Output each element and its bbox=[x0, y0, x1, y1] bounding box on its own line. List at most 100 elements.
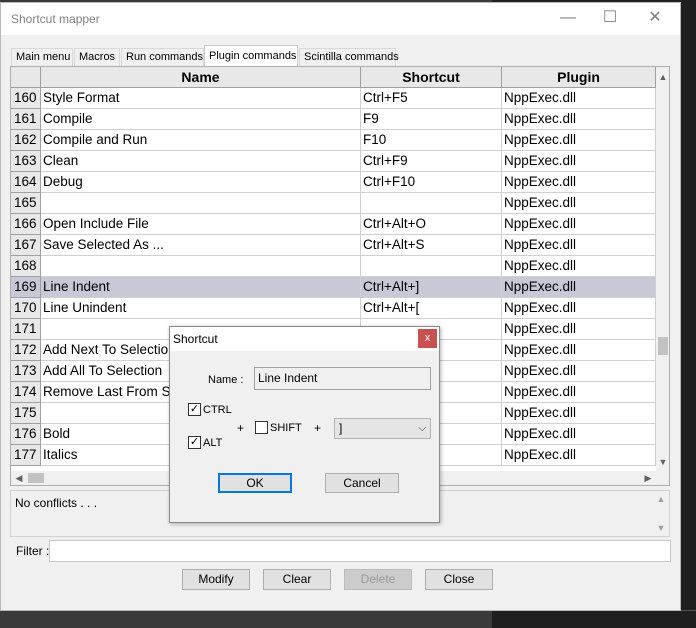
tab-scintilla-commands[interactable]: Scintilla commands bbox=[299, 48, 399, 66]
cell-plugin: NppExec.dll bbox=[502, 109, 656, 130]
cell-shortcut: Ctrl+Alt+] bbox=[361, 277, 502, 298]
table-row[interactable]: 165 NppExec.dll bbox=[11, 193, 656, 214]
row-number: 168 bbox=[11, 256, 41, 277]
chevron-down-icon[interactable]: ▼ bbox=[655, 523, 667, 533]
name-label: Name : bbox=[208, 374, 244, 386]
cell-plugin: NppExec.dll bbox=[502, 298, 656, 319]
cell-shortcut: Ctrl+F5 bbox=[361, 88, 502, 109]
column-header-name[interactable]: Name bbox=[41, 67, 361, 88]
table-row[interactable]: 164 Debug Ctrl+F10 NppExec.dll bbox=[11, 172, 656, 193]
key-select[interactable]: ] ⌵ bbox=[334, 418, 431, 439]
chevron-down-icon[interactable]: ⌵ bbox=[418, 419, 426, 438]
shift-label: SHIFT bbox=[270, 422, 302, 434]
alt-checkbox[interactable]: ✓ bbox=[188, 436, 201, 449]
cancel-button[interactable]: Cancel bbox=[325, 473, 399, 493]
row-number: 176 bbox=[11, 424, 41, 445]
chevron-up-icon[interactable]: ▲ bbox=[656, 70, 669, 84]
chevron-up-icon[interactable]: ▲ bbox=[655, 494, 667, 504]
dialog-title: Shortcut bbox=[173, 332, 218, 346]
cell-shortcut bbox=[361, 256, 502, 277]
ctrl-checkbox[interactable]: ✓ bbox=[188, 403, 201, 416]
close-icon[interactable]: x bbox=[418, 329, 437, 348]
cell-plugin: NppExec.dll bbox=[502, 361, 656, 382]
cell-name: Clean bbox=[41, 151, 361, 172]
shortcut-dialog: Shortcut x Name : Line Indent ✓ CTRL ✓ A… bbox=[169, 326, 440, 523]
chevron-down-icon[interactable]: ▼ bbox=[656, 455, 669, 469]
filter-input[interactable] bbox=[49, 540, 671, 562]
delete-button[interactable]: Delete bbox=[344, 569, 412, 590]
maximize-button[interactable]: ☐ bbox=[587, 3, 633, 33]
row-number: 166 bbox=[11, 214, 41, 235]
cell-plugin: NppExec.dll bbox=[502, 235, 656, 256]
cell-name: Compile bbox=[41, 109, 361, 130]
row-number: 173 bbox=[11, 361, 41, 382]
cell-plugin: NppExec.dll bbox=[502, 340, 656, 361]
cell-name: Line Unindent bbox=[41, 298, 361, 319]
table-row[interactable]: 170 Line Unindent Ctrl+Alt+[NppExec.dll bbox=[11, 298, 656, 319]
table-row[interactable]: 161 Compile F9 NppExec.dll bbox=[11, 109, 656, 130]
key-select-value: ] bbox=[339, 421, 343, 435]
modify-button[interactable]: Modify bbox=[182, 569, 250, 590]
row-number: 169 bbox=[11, 277, 41, 298]
column-header-plugin[interactable]: Plugin bbox=[502, 67, 656, 88]
table-header: Name Shortcut Plugin bbox=[11, 67, 656, 88]
cell-plugin: NppExec.dll bbox=[502, 445, 656, 466]
cell-plugin: NppExec.dll bbox=[502, 88, 656, 109]
tab-macros[interactable]: Macros bbox=[74, 48, 120, 66]
column-header-shortcut[interactable]: Shortcut bbox=[361, 67, 502, 88]
table-row[interactable]: 163 Clean Ctrl+F9 NppExec.dll bbox=[11, 151, 656, 172]
chevron-left-icon[interactable]: ◀ bbox=[12, 471, 26, 485]
row-number: 164 bbox=[11, 172, 41, 193]
clear-button[interactable]: Clear bbox=[263, 569, 331, 590]
table-row[interactable]: 167 Save Selected As ... Ctrl+Alt+S NppExec… bbox=[11, 235, 656, 256]
cell-shortcut: Ctrl+Alt+O bbox=[361, 214, 502, 235]
tab-plugin-commands[interactable]: Plugin commands bbox=[204, 45, 298, 66]
close-button[interactable]: ✕ bbox=[632, 3, 678, 33]
close-dialog-button[interactable]: Close bbox=[425, 569, 493, 590]
vertical-scrollbar[interactable]: ▲ ▼ bbox=[656, 67, 669, 471]
checkmark-icon: ✓ bbox=[189, 436, 200, 448]
cell-name: Save Selected As ... bbox=[41, 235, 361, 256]
row-number: 161 bbox=[11, 109, 41, 130]
table-row[interactable]: 166 Open Include File Ctrl+Alt+O NppExec.dl… bbox=[11, 214, 656, 235]
shift-checkbox[interactable] bbox=[255, 421, 268, 434]
row-number: 167 bbox=[11, 235, 41, 256]
cell-plugin: NppExec.dll bbox=[502, 403, 656, 424]
cell-plugin: NppExec.dll bbox=[502, 277, 656, 298]
scrollbar-thumb[interactable] bbox=[658, 337, 668, 355]
tab-run-commands[interactable]: Run commands bbox=[121, 48, 204, 66]
table-row[interactable]: 162 Compile and Run F10 NppExec.dll bbox=[11, 130, 656, 151]
cell-shortcut: Ctrl+Alt+S bbox=[361, 235, 502, 256]
minimize-button[interactable]: — bbox=[545, 3, 591, 33]
row-number: 162 bbox=[11, 130, 41, 151]
plus-label: + bbox=[314, 421, 322, 435]
name-field[interactable]: Line Indent bbox=[254, 367, 431, 390]
cell-shortcut bbox=[361, 193, 502, 214]
checkmark-icon: ✓ bbox=[189, 403, 200, 415]
filter-label: Filter : bbox=[16, 544, 50, 558]
table-row[interactable]: 169 Line Indent Ctrl+Alt+] NppExec.dll bbox=[11, 277, 656, 298]
cell-shortcut: Ctrl+Alt+[ bbox=[361, 298, 502, 319]
header-corner bbox=[11, 67, 41, 88]
cell-plugin: NppExec.dll bbox=[502, 424, 656, 445]
table-row[interactable]: 160 Style Format Ctrl+F5 NppExec.dll bbox=[11, 88, 656, 109]
cell-name: Open Include File bbox=[41, 214, 361, 235]
row-number: 171 bbox=[11, 319, 41, 340]
table-row[interactable]: 168 NppExec.dll bbox=[11, 256, 656, 277]
row-number: 165 bbox=[11, 193, 41, 214]
cell-name bbox=[41, 193, 361, 214]
cell-plugin: NppExec.dll bbox=[502, 319, 656, 340]
chevron-right-icon[interactable]: ▶ bbox=[641, 471, 655, 485]
scrollbar-thumb[interactable] bbox=[28, 473, 44, 483]
cell-name: Line Indent bbox=[41, 277, 361, 298]
ctrl-label: CTRL bbox=[203, 404, 232, 416]
cell-shortcut: Ctrl+F10 bbox=[361, 172, 502, 193]
cell-shortcut: F10 bbox=[361, 130, 502, 151]
row-number: 170 bbox=[11, 298, 41, 319]
alt-label: ALT bbox=[203, 437, 223, 449]
row-number: 163 bbox=[11, 151, 41, 172]
tab-main-menu[interactable]: Main menu bbox=[11, 48, 73, 66]
cell-name: Debug bbox=[41, 172, 361, 193]
ok-button[interactable]: OK bbox=[218, 473, 292, 493]
scrollbar-corner bbox=[656, 471, 669, 485]
